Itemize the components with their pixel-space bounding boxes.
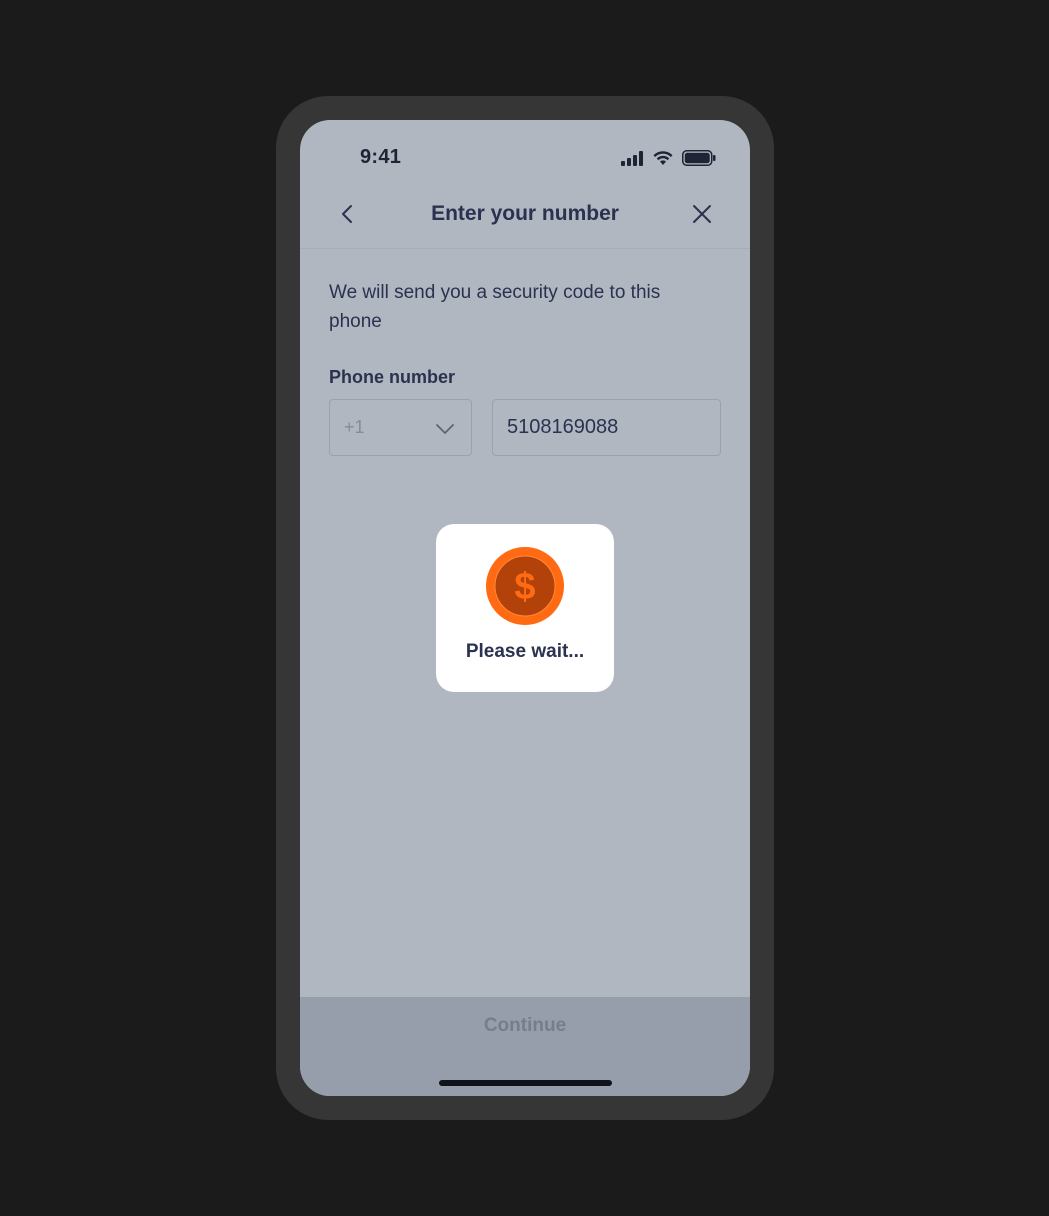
footer: Continue xyxy=(300,997,750,1096)
phone-number-input[interactable] xyxy=(492,399,721,456)
battery-icon xyxy=(682,150,716,171)
screen: 9:41 Enter your number We will send you … xyxy=(300,120,750,1096)
intro-text: We will send you a security code to this… xyxy=(329,282,661,332)
continue-button[interactable]: Continue xyxy=(300,997,750,1055)
chevron-down-icon xyxy=(435,419,455,439)
signal-icon xyxy=(620,150,644,171)
close-icon[interactable] xyxy=(690,202,714,226)
svg-text:$: $ xyxy=(514,566,535,608)
home-indicator xyxy=(439,1080,612,1086)
page-title: Enter your number xyxy=(431,202,619,225)
country-code-value: +1 xyxy=(344,417,365,437)
nav-bar: Enter your number xyxy=(300,196,750,249)
status-icons xyxy=(620,150,716,171)
dollar-coin-icon: $ xyxy=(486,547,564,625)
loading-modal: $ Please wait... xyxy=(436,524,614,692)
country-code-select[interactable]: +1 xyxy=(329,399,472,456)
phone-number-label: Phone number xyxy=(329,367,456,387)
status-bar: 9:41 xyxy=(300,120,750,196)
wifi-icon xyxy=(652,150,674,171)
status-time: 9:41 xyxy=(360,146,402,168)
phone-frame: 9:41 Enter your number We will send you … xyxy=(276,96,774,1120)
loading-text: Please wait... xyxy=(465,641,585,662)
